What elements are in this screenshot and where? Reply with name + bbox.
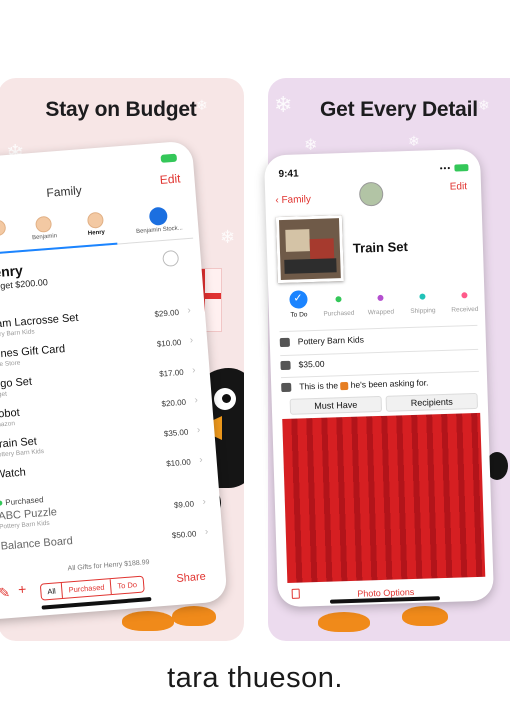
chevron-right-icon: › <box>204 526 209 538</box>
curtain-background <box>282 412 486 583</box>
step-wrapped[interactable]: Wrapped <box>360 287 401 316</box>
snowflake-icon: ❄ <box>478 97 490 113</box>
back-button[interactable]: ‹ Family <box>275 194 311 206</box>
gift-price: $50.00 <box>171 529 197 541</box>
step-purchased[interactable]: Purchased <box>318 289 359 318</box>
status-steps: To Do Purchased Wrapped Shipping Receive… <box>278 285 479 329</box>
member-avatar[interactable]: Benjamin <box>21 215 67 242</box>
edit-button[interactable]: Edit <box>159 171 181 187</box>
must-have-button[interactable]: Must Have <box>289 395 383 415</box>
chevron-right-icon: › <box>198 454 204 466</box>
gift-price: $29.00 <box>154 307 180 319</box>
snowflake-icon: ❄ <box>408 133 420 149</box>
penguin-foot <box>122 611 174 631</box>
tag-icon <box>280 361 291 371</box>
segment-purchased[interactable]: Purchased <box>62 579 113 598</box>
step-todo[interactable]: To Do <box>278 290 319 319</box>
store-icon <box>279 338 290 348</box>
panel-title-detail: Get Every Detail <box>320 98 478 121</box>
step-received[interactable]: Received <box>444 285 485 314</box>
gift-title: Train Set <box>352 239 409 256</box>
select-circle-icon[interactable] <box>162 249 180 268</box>
gift-photo[interactable] <box>275 215 344 284</box>
avatar[interactable] <box>358 181 384 207</box>
segment-all[interactable]: All <box>40 582 64 600</box>
chevron-right-icon: › <box>196 424 201 436</box>
gift-price: $10.00 <box>165 457 192 469</box>
gift-price: $20.00 <box>161 397 187 409</box>
gift-price: $9.00 <box>173 499 195 510</box>
selection-indicator <box>0 242 118 256</box>
snowflake-icon: ❄ <box>304 137 318 154</box>
share-button[interactable]: Share <box>176 571 206 585</box>
penguin-foot <box>172 606 216 626</box>
chevron-right-icon: › <box>202 496 207 508</box>
recipients-button[interactable]: Recipients <box>385 392 479 412</box>
penguin-foot <box>318 612 370 632</box>
snowflake-icon: ❄ <box>196 97 208 113</box>
gift-emoji-icon <box>340 381 349 390</box>
section-header-purchased: Purchased <box>0 495 44 508</box>
filter-segmented-control[interactable]: All Purchased To Do <box>39 575 145 601</box>
brand-wordmark: tara thueson. <box>167 662 343 694</box>
compose-icon[interactable]: ✎ <box>0 584 11 602</box>
member-strip: Benjamin Henry Benjamin Stock... <box>0 204 194 256</box>
person-budget: Budget $200.00 <box>0 277 49 293</box>
gift-price: $35.00 <box>163 427 189 439</box>
member-avatar[interactable]: Benjamin Stock... <box>125 205 193 236</box>
segment-todo[interactable]: To Do <box>111 577 144 594</box>
signal-icon: ••• <box>439 163 452 173</box>
gift-price: $10.00 <box>156 337 182 349</box>
gift-price: $17.00 <box>158 367 184 379</box>
budget-phone-screen: Family Edit Benjamin Henry Benjamin Stoc… <box>0 140 228 622</box>
chevron-right-icon: › <box>189 334 194 347</box>
plus-icon[interactable]: + <box>18 581 27 598</box>
chevron-right-icon: › <box>187 305 192 317</box>
detail-phone-screen: 9:41 ••• ‹ Family Edit Train Set To Do P… <box>263 148 495 608</box>
person-header: Henry Budget $200.00 <box>0 260 48 292</box>
battery-icon <box>454 164 469 172</box>
member-avatar-selected[interactable]: Henry <box>75 211 117 238</box>
chevron-right-icon: › <box>194 394 199 406</box>
edit-button[interactable]: Edit <box>450 181 468 193</box>
app-store-screenshot: Stay on Budget ❄ ❄ ❄ ❄ Family Edit Benja… <box>0 0 510 724</box>
snowflake-icon: ❄ <box>274 92 293 117</box>
member-avatar[interactable] <box>0 218 18 239</box>
penguin-foot <box>402 606 448 626</box>
chevron-right-icon: › <box>191 364 196 377</box>
status-icons: ••• <box>440 163 469 173</box>
snowflake-icon: ❄ <box>220 227 236 247</box>
piggy-bank-icon <box>148 206 168 226</box>
note-icon <box>281 383 292 393</box>
step-shipping[interactable]: Shipping <box>402 286 443 315</box>
status-time: 9:41 <box>278 168 299 181</box>
battery-icon <box>160 153 178 163</box>
